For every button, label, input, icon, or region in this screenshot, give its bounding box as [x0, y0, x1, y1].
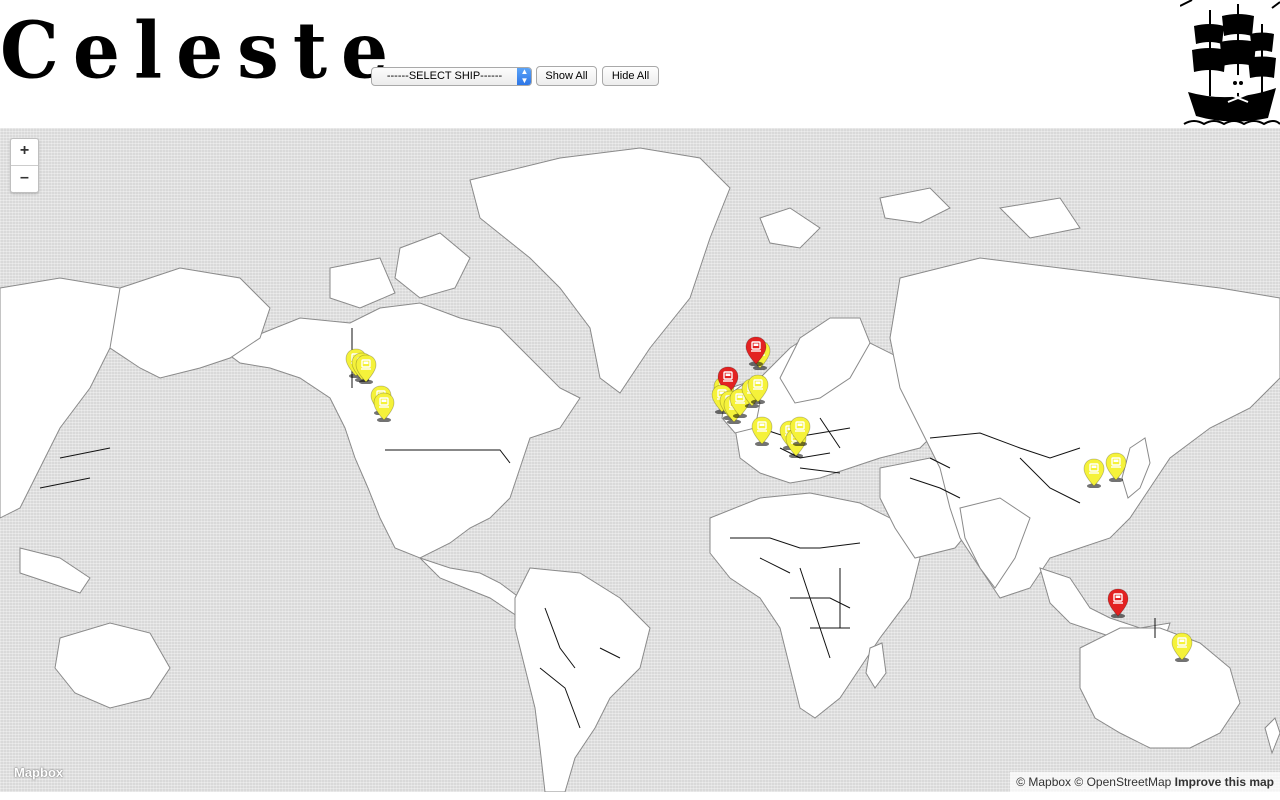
ship-marker-pin-icon: [747, 374, 769, 404]
zoom-in-button[interactable]: +: [11, 139, 38, 166]
ship-marker-pin-icon: [745, 336, 767, 366]
mapbox-attribution-link[interactable]: © Mapbox: [1016, 775, 1071, 789]
improve-map-link[interactable]: Improve this map: [1175, 775, 1274, 789]
ship-marker-pin-icon: [373, 392, 395, 422]
ship-marker[interactable]: [1105, 452, 1127, 482]
ship-marker[interactable]: [1171, 632, 1193, 662]
ship-marker-pin-icon: [355, 354, 377, 384]
ship-marker-pin-icon: [1171, 632, 1193, 662]
ship-marker[interactable]: [789, 416, 811, 446]
zoom-control: + –: [10, 138, 39, 193]
ship-marker[interactable]: [747, 374, 769, 404]
ship-marker-pin-icon: [751, 416, 773, 446]
world-map[interactable]: + – Mapbox © Mapbox © OpenStreetMap Impr…: [0, 128, 1280, 792]
celeste-logo: Celeste: [0, 5, 403, 97]
land-north-america: [218, 302, 581, 559]
land-africa: [709, 492, 921, 719]
land-south-america: [514, 567, 651, 792]
header: Celeste ------SELECT SHIP------ ▲ ▼ Show …: [0, 0, 1280, 128]
ship-marker[interactable]: [745, 336, 767, 366]
ship-marker-pin-icon: [789, 416, 811, 446]
ship-marker[interactable]: [373, 392, 395, 422]
show-all-button[interactable]: Show All: [536, 66, 597, 86]
mapbox-logo: Mapbox: [14, 765, 64, 780]
land-central-america: [419, 557, 531, 619]
osm-attribution-link[interactable]: © OpenStreetMap: [1074, 775, 1171, 789]
land-australia: [54, 622, 1241, 749]
ship-marker-pin-icon: [1107, 588, 1129, 618]
ship-marker-pin-icon: [1083, 458, 1105, 488]
zoom-out-button[interactable]: –: [11, 166, 38, 192]
ship-marker[interactable]: [355, 354, 377, 384]
land-new-zealand: [1264, 717, 1280, 755]
ship-select-value: ------SELECT SHIP------: [386, 70, 503, 82]
ship-marker-pin-icon: [1105, 452, 1127, 482]
select-arrows-icon: ▲ ▼: [517, 68, 531, 85]
ship-marker[interactable]: [1083, 458, 1105, 488]
hide-all-button[interactable]: Hide All: [602, 66, 659, 86]
ship-marker[interactable]: [751, 416, 773, 446]
map-attribution: © Mapbox © OpenStreetMap Improve this ma…: [1010, 772, 1280, 792]
pirate-ship-logo: [1180, 0, 1280, 126]
ship-marker[interactable]: [1107, 588, 1129, 618]
ship-select-dropdown[interactable]: ------SELECT SHIP------ ▲ ▼: [371, 67, 532, 86]
land-asia-west: [0, 277, 121, 519]
